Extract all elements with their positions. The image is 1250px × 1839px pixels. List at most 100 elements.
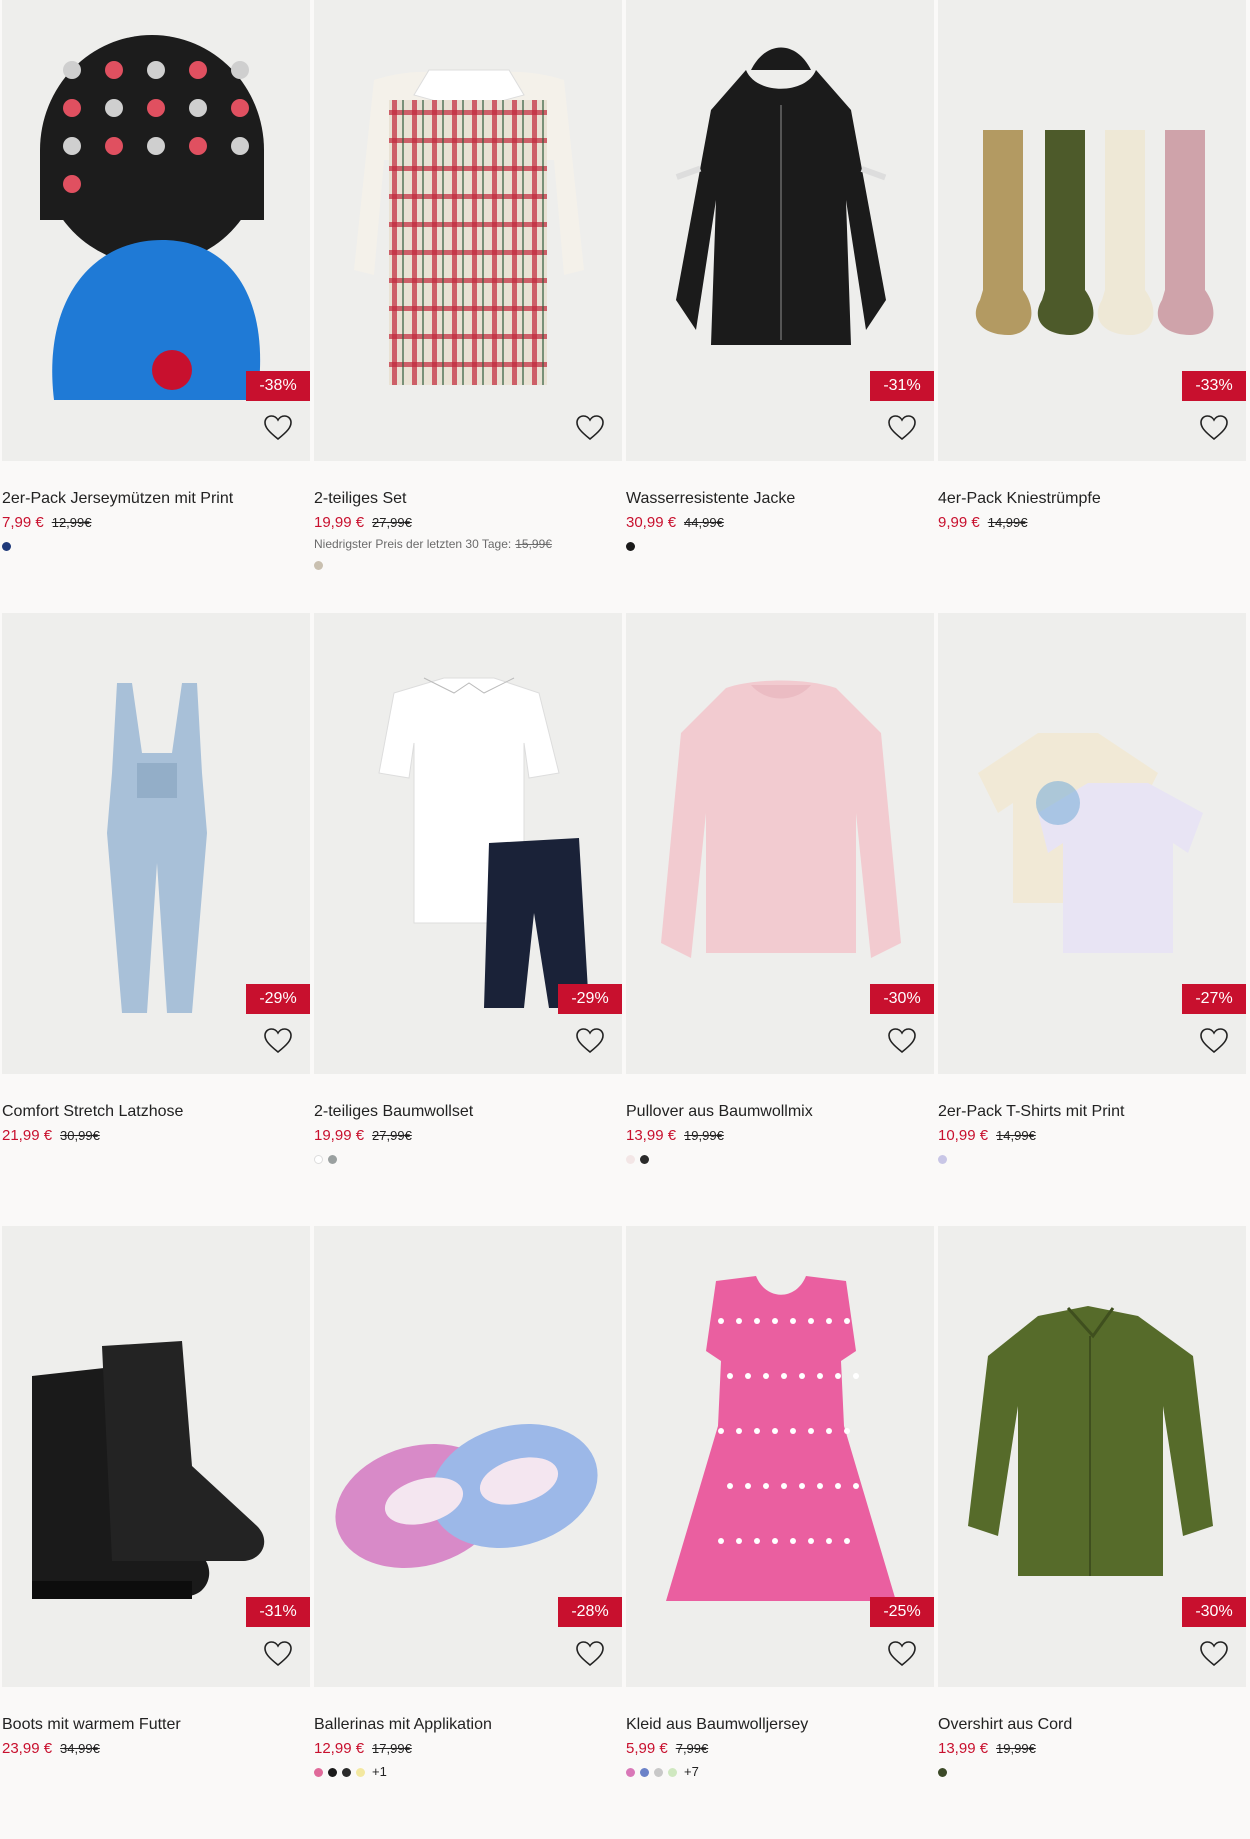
product-info: 4er-Pack Kniestrümpfe 9,99 € 14,99€: [938, 461, 1246, 552]
product-image[interactable]: -33%: [938, 0, 1246, 461]
color-swatch[interactable]: [938, 1154, 947, 1164]
favorite-heart-icon[interactable]: [1198, 412, 1230, 444]
original-price: 34,99€: [60, 1741, 100, 1756]
favorite-heart-icon[interactable]: [1198, 1638, 1230, 1670]
product-card[interactable]: -29% 2-teiliges Baumwollset 19,99 € 27,99…: [314, 613, 622, 1226]
product-title[interactable]: Comfort Stretch Latzhose: [2, 1102, 310, 1122]
more-colors-count[interactable]: +1: [372, 1765, 387, 1778]
product-prices: 9,99 € 14,99€: [938, 514, 1246, 532]
product-title[interactable]: 2er-Pack T-Shirts mit Print: [938, 1102, 1246, 1122]
product-title[interactable]: Wasserresistente Jacke: [626, 489, 934, 509]
color-swatch[interactable]: [668, 1767, 677, 1777]
sale-price: 7,99 €: [2, 514, 44, 531]
color-swatch[interactable]: [314, 1154, 323, 1164]
color-swatch[interactable]: [626, 1767, 635, 1777]
color-swatch[interactable]: [640, 1154, 649, 1164]
product-title[interactable]: Boots mit warmem Futter: [2, 1715, 310, 1735]
product-image[interactable]: -31%: [2, 1226, 310, 1687]
color-swatch[interactable]: [626, 541, 635, 551]
product-info: Pullover aus Baumwollmix 13,99 € 19,99€: [626, 1074, 934, 1165]
product-info: Boots mit warmem Futter 23,99 € 34,99€: [2, 1687, 310, 1778]
discount-badge: -27%: [1182, 984, 1246, 1014]
favorite-heart-icon[interactable]: [262, 412, 294, 444]
color-swatch[interactable]: [328, 1154, 337, 1164]
original-price: 19,99€: [684, 1128, 724, 1143]
favorite-heart-icon[interactable]: [574, 1638, 606, 1670]
color-swatch[interactable]: [626, 1154, 635, 1164]
color-swatch[interactable]: [314, 1767, 323, 1777]
favorite-heart-icon[interactable]: [886, 1025, 918, 1057]
sale-price: 9,99 €: [938, 514, 980, 531]
product-image[interactable]: -31%: [626, 0, 934, 461]
product-image[interactable]: -27%: [938, 613, 1246, 1074]
sale-price: 13,99 €: [626, 1127, 677, 1144]
favorite-heart-icon[interactable]: [574, 412, 606, 444]
product-card[interactable]: -33% 4er-Pack Kniestrümpfe 9,99 € 14,99€: [938, 0, 1246, 613]
favorite-heart-icon[interactable]: [574, 1025, 606, 1057]
product-title[interactable]: Pullover aus Baumwollmix: [626, 1102, 934, 1122]
product-title[interactable]: 2er-Pack Jerseymützen mit Print: [2, 489, 310, 509]
sale-price: 21,99 €: [2, 1127, 53, 1144]
product-prices: 10,99 € 14,99€: [938, 1127, 1246, 1145]
more-colors-count[interactable]: +7: [684, 1765, 699, 1778]
product-prices: 30,99 € 44,99€: [626, 514, 934, 532]
product-prices: 12,99 € 17,99€: [314, 1740, 622, 1758]
color-swatch[interactable]: [2, 541, 11, 551]
color-swatch[interactable]: [314, 560, 323, 570]
favorite-heart-icon[interactable]: [886, 412, 918, 444]
product-title[interactable]: Overshirt aus Cord: [938, 1715, 1246, 1735]
color-swatches: [2, 1153, 310, 1165]
product-info: 2er-Pack T-Shirts mit Print 10,99 € 14,99…: [938, 1074, 1246, 1165]
product-image[interactable]: -29%: [2, 613, 310, 1074]
color-swatch[interactable]: [328, 1767, 337, 1777]
favorite-heart-icon[interactable]: [1198, 1025, 1230, 1057]
product-prices: 7,99 € 12,99€: [2, 514, 310, 532]
original-price: 19,99€: [996, 1741, 1036, 1756]
original-price: 17,99€: [372, 1741, 412, 1756]
product-prices: 23,99 € 34,99€: [2, 1740, 310, 1758]
favorite-heart-icon[interactable]: [262, 1638, 294, 1670]
product-title[interactable]: 2-teiliges Set: [314, 489, 622, 509]
favorite-heart-icon[interactable]: [886, 1638, 918, 1670]
product-image[interactable]: -38%: [2, 0, 310, 461]
product-image[interactable]: -30%: [626, 613, 934, 1074]
product-title[interactable]: 2-teiliges Baumwollset: [314, 1102, 622, 1122]
product-info: Overshirt aus Cord 13,99 € 19,99€: [938, 1687, 1246, 1778]
product-card[interactable]: -30% Overshirt aus Cord 13,99 € 19,99€: [938, 1226, 1246, 1839]
product-image[interactable]: [314, 0, 622, 461]
product-title[interactable]: Ballerinas mit Applikation: [314, 1715, 622, 1735]
product-info: Comfort Stretch Latzhose 21,99 € 30,99€: [2, 1074, 310, 1165]
product-card[interactable]: -30% Pullover aus Baumwollmix 13,99 € 19,…: [626, 613, 934, 1226]
product-card[interactable]: 2-teiliges Set 19,99 € 27,99€ Niedrigster…: [314, 0, 622, 613]
product-info: 2er-Pack Jerseymützen mit Print 7,99 € 12…: [2, 461, 310, 552]
product-card[interactable]: -38% 2er-Pack Jerseymützen mit Print 7,9…: [2, 0, 310, 613]
product-image[interactable]: -28%: [314, 1226, 622, 1687]
sale-price: 19,99 €: [314, 514, 365, 531]
product-card[interactable]: -27% 2er-Pack T-Shirts mit Print 10,99 €…: [938, 613, 1246, 1226]
product-title[interactable]: Kleid aus Baumwolljersey: [626, 1715, 934, 1735]
color-swatches: [2, 1766, 310, 1778]
product-image[interactable]: -29%: [314, 613, 622, 1074]
product-info: Ballerinas mit Applikation 12,99 € 17,99€…: [314, 1687, 622, 1778]
product-card[interactable]: -28% Ballerinas mit Applikation 12,99 €1…: [314, 1226, 622, 1839]
color-swatch[interactable]: [342, 1767, 351, 1777]
sale-price: 30,99 €: [626, 514, 677, 531]
favorite-heart-icon[interactable]: [262, 1025, 294, 1057]
product-image[interactable]: -25%: [626, 1226, 934, 1687]
plaid-dress-icon: [354, 69, 584, 385]
color-swatches: [314, 1153, 622, 1165]
product-title[interactable]: 4er-Pack Kniestrümpfe: [938, 489, 1246, 509]
color-swatch[interactable]: [654, 1767, 663, 1777]
product-card[interactable]: -31% Boots mit warmem Futter 23,99 € 34,9…: [2, 1226, 310, 1839]
product-image[interactable]: -30%: [938, 1226, 1246, 1687]
color-swatch[interactable]: [640, 1767, 649, 1777]
product-card[interactable]: -29% Comfort Stretch Latzhose 21,99 € 30,…: [2, 613, 310, 1226]
color-swatch[interactable]: [356, 1767, 365, 1777]
discount-badge: -25%: [870, 1597, 934, 1627]
original-price: 30,99€: [60, 1128, 100, 1143]
product-prices: 13,99 € 19,99€: [626, 1127, 934, 1145]
product-card[interactable]: -25% Kleid aus Baumwolljersey 5,99 € 7,99…: [626, 1226, 934, 1839]
discount-badge: -30%: [870, 984, 934, 1014]
product-card[interactable]: -31% Wasserresistente Jacke 30,99 € 44,99…: [626, 0, 934, 613]
color-swatch[interactable]: [938, 1767, 947, 1777]
